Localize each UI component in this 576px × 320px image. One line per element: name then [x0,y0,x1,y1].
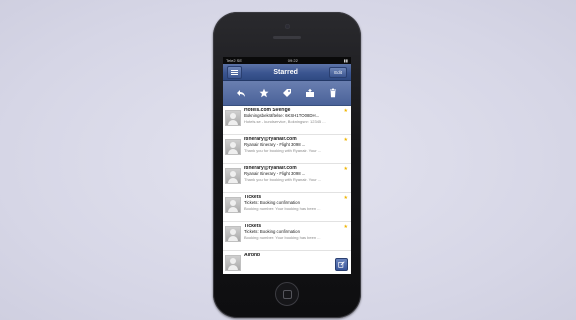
star-flag-icon[interactable]: ★ [344,167,348,172]
preview-text: Booking number: Your booking has been ..… [244,234,321,240]
list-item[interactable]: Airbnb [223,251,351,274]
preview-text: Thank you for booking with Ryanair. Your… [244,147,322,153]
page-title: Starred [273,68,298,76]
avatar [225,110,241,126]
trash-icon[interactable] [326,86,340,100]
preview-text: Hotels.se - kundservice, Bokningsnr: 123… [244,118,326,124]
star-icon[interactable] [257,86,271,100]
avatar [225,139,241,155]
list-item[interactable]: itinerary@ryanair.com Ryanair Itinerary … [223,164,351,193]
carrier-label: Tele2 SE [226,58,243,63]
iphone-device: Tele2 SE 09:22 ▮▮ Starred Edit Hotels.co… [213,12,361,318]
status-bar: Tele2 SE 09:22 ▮▮ [223,57,351,64]
star-flag-icon[interactable]: ★ [344,196,348,201]
home-square-icon [283,290,292,299]
compose-icon [338,261,345,268]
avatar [225,168,241,184]
home-button[interactable] [275,282,299,306]
action-toolbar [223,81,351,106]
star-flag-icon[interactable]: ★ [344,138,348,143]
avatar [225,197,241,213]
navigation-bar: Starred Edit [223,64,351,81]
list-item[interactable]: Tickets Tickets: Booking confirmation Bo… [223,222,351,251]
archive-icon[interactable] [303,86,317,100]
list-item[interactable]: itinerary@ryanair.com Ryanair Itinerary … [223,135,351,164]
star-flag-icon[interactable]: ★ [344,225,348,230]
earpiece-speaker [273,36,301,39]
hamburger-icon [231,69,238,71]
star-flag-icon[interactable]: ★ [344,109,348,114]
sender-name: Airbnb [244,253,261,258]
tag-icon[interactable] [280,86,294,100]
reply-icon[interactable] [234,86,248,100]
clock-label: 09:22 [287,58,298,63]
preview-text: Thank you for booking with Ryanair. Your… [244,176,322,182]
message-list: Hotels.com Sverige Bokningsbekräftelse: … [223,106,351,274]
background: Tele2 SE 09:22 ▮▮ Starred Edit Hotels.co… [0,0,576,320]
list-item[interactable]: Hotels.com Sverige Bokningsbekräftelse: … [223,106,351,135]
phone-screen: Tele2 SE 09:22 ▮▮ Starred Edit Hotels.co… [223,57,351,274]
battery-icon: ▮▮ [343,58,348,63]
camera-icon [285,24,290,29]
preview-text: Booking number: Your booking has been ..… [244,205,321,211]
edit-button[interactable]: Edit [329,66,347,78]
avatar [225,226,241,242]
compose-button[interactable] [335,258,348,271]
list-item[interactable]: Tickets Tickets: Booking confirmation Bo… [223,193,351,222]
avatar [225,255,241,271]
menu-button[interactable] [227,65,242,79]
